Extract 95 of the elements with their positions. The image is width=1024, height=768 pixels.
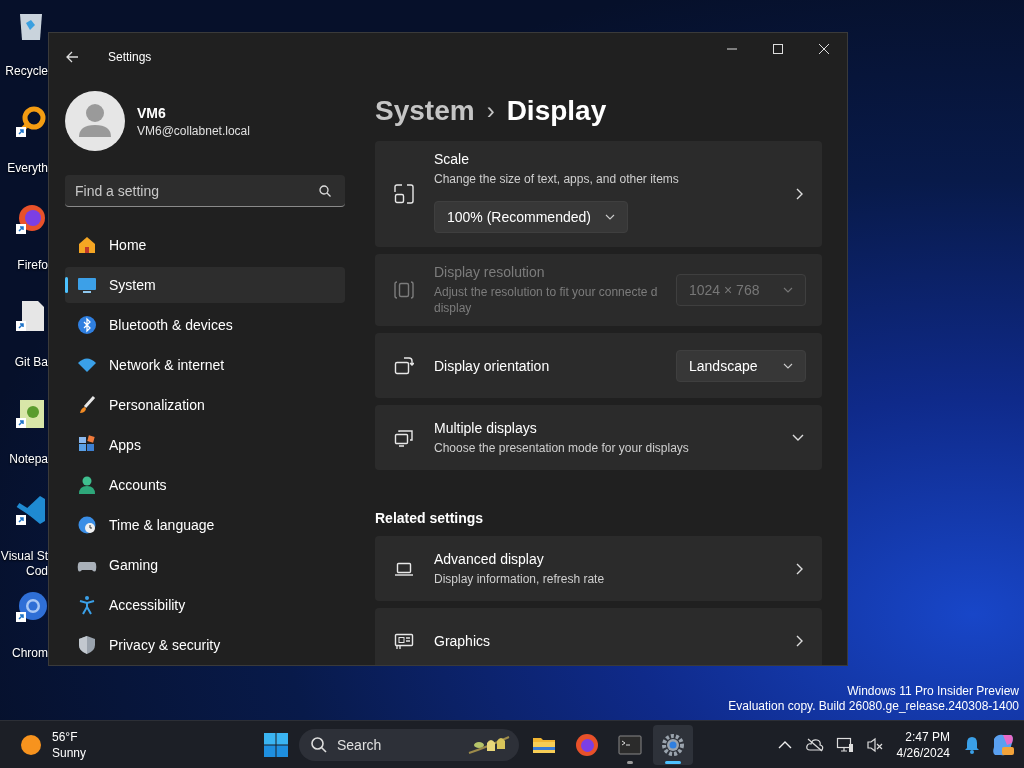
cloud-off-icon	[805, 737, 824, 752]
watermark-text: Evaluation copy. Build 26080.ge_release.240308-1400	[728, 699, 1019, 714]
nav-item[interactable]: Gaming	[65, 547, 345, 583]
bluetooth-icon	[77, 315, 97, 335]
scale-icon	[394, 184, 414, 204]
setting-title: Display orientation	[434, 357, 551, 374]
window-title: Settings	[108, 50, 152, 64]
chevron-up-icon	[777, 739, 792, 750]
user-email: VM6@collabnet.local	[137, 123, 250, 138]
nav-item[interactable]: Apps	[65, 427, 345, 463]
avatar-icon	[65, 91, 125, 151]
page-title: Display	[506, 95, 607, 127]
watermark-text: Windows 11 Pro Insider Preview	[846, 684, 1019, 699]
chevron-right-icon	[794, 634, 804, 647]
time: 2:47 PM	[905, 728, 950, 745]
sun-icon[interactable]	[20, 733, 42, 756]
setting-description: Adjust the resolution to fit your connecte d display	[434, 284, 659, 316]
copilot-icon	[991, 732, 1015, 757]
selection-indicator	[65, 277, 68, 293]
windows-logo-icon	[264, 732, 288, 757]
caret-icon	[783, 362, 793, 369]
icon-label: Firefo	[17, 258, 48, 273]
setting-card[interactable]: Scale Change the size of text, apps, and other items 100% (Recommended)	[375, 141, 822, 247]
section-heading: Related settings	[375, 510, 485, 526]
setting-title: Display resolution	[434, 264, 546, 280]
date: 4/26/2024	[896, 744, 950, 761]
shield-icon	[77, 635, 97, 655]
icon-label: Chrom	[12, 646, 48, 661]
icon-label: Everyth	[7, 161, 48, 176]
terminal-icon	[618, 732, 642, 757]
setting-card[interactable]: Advanced display Display information, refresh rate	[375, 536, 822, 601]
nav-item[interactable]: Bluetooth & devices	[65, 307, 345, 343]
resolution-icon	[394, 280, 414, 300]
bell-icon	[964, 735, 980, 754]
taskbar-app[interactable]	[653, 724, 693, 765]
setting-title: Graphics	[434, 632, 492, 649]
chevron-down-icon[interactable]	[792, 432, 804, 443]
user-name: VM6	[137, 104, 167, 121]
gear-icon	[661, 732, 685, 757]
house-icon	[77, 235, 97, 255]
taskbar-search[interactable]: Search	[299, 728, 519, 761]
close-icon	[819, 44, 829, 54]
maximize-icon	[773, 44, 783, 54]
setting-title: Scale	[434, 151, 471, 167]
search-icon	[319, 185, 331, 197]
browser-icon[interactable]	[14, 202, 48, 236]
person-icon	[77, 475, 97, 495]
monitor-icon	[77, 275, 97, 295]
speaker-muted-icon	[866, 736, 883, 753]
search-field[interactable]: Find a setting	[65, 175, 345, 207]
setting-description: Choose the presentation mode for your displays	[434, 439, 690, 456]
icon-label: Recycle	[5, 64, 48, 79]
nav-item[interactable]: Accounts	[65, 467, 345, 503]
caret-icon	[604, 214, 615, 220]
running-indicator	[627, 760, 633, 764]
running-indicator	[665, 760, 681, 764]
accessibility-icon	[77, 595, 97, 615]
breadcrumb-link[interactable]: System	[375, 95, 475, 127]
nav-item[interactable]: Privacy & security	[65, 627, 345, 663]
nav-item[interactable]: Accessibility	[65, 587, 345, 623]
icon-label: Visual St Cod	[0, 549, 48, 579]
temperature: 56°F	[52, 728, 79, 745]
brush-icon	[77, 395, 97, 415]
setting-title: Advanced display	[434, 550, 545, 567]
search-icon	[311, 736, 327, 753]
setting-card[interactable]: Multiple displays Choose the presentation mode for your displays	[375, 405, 822, 470]
caret-icon	[783, 287, 793, 293]
icon-label: Git Ba	[14, 355, 48, 370]
setting-title: Multiple displays	[434, 419, 538, 436]
chevron-right-icon	[794, 188, 804, 200]
nav-item[interactable]: Home	[65, 227, 345, 263]
nav-item[interactable]: Network & internet	[65, 347, 345, 383]
scale-dropdown[interactable]: 100% (Recommended)	[434, 201, 628, 233]
browser-icon	[575, 732, 599, 757]
clock[interactable]: 2:47 PM 4/26/2024	[890, 728, 956, 761]
breadcrumb-separator: ›	[486, 97, 495, 125]
multiple-monitors-icon	[394, 427, 414, 448]
browser-icon[interactable]	[14, 590, 48, 624]
setting-description: Change the size of text, apps, and other items	[434, 171, 680, 187]
rotate-screen-icon	[394, 355, 414, 376]
setting-description: Display information, refresh rate	[434, 570, 606, 587]
nav-item[interactable]: System	[65, 267, 345, 303]
icon-label: Notepa	[9, 452, 48, 467]
magnifier-icon[interactable]	[14, 105, 48, 139]
setting-card[interactable]: Display orientation Landscape	[375, 333, 822, 398]
back-arrow-icon[interactable]	[65, 50, 79, 64]
globe-clock-icon	[77, 515, 97, 535]
chevron-right-icon	[794, 562, 804, 575]
network-icon	[835, 736, 854, 753]
dropdown[interactable]: Landscape	[676, 349, 806, 382]
code-editor-icon[interactable]	[14, 493, 48, 527]
nav-item[interactable]: Personalization	[65, 387, 345, 423]
weather-condition: Sunny	[52, 744, 87, 761]
nav-item[interactable]: Time & language	[65, 507, 345, 543]
setting-card[interactable]: Graphics	[375, 608, 822, 665]
